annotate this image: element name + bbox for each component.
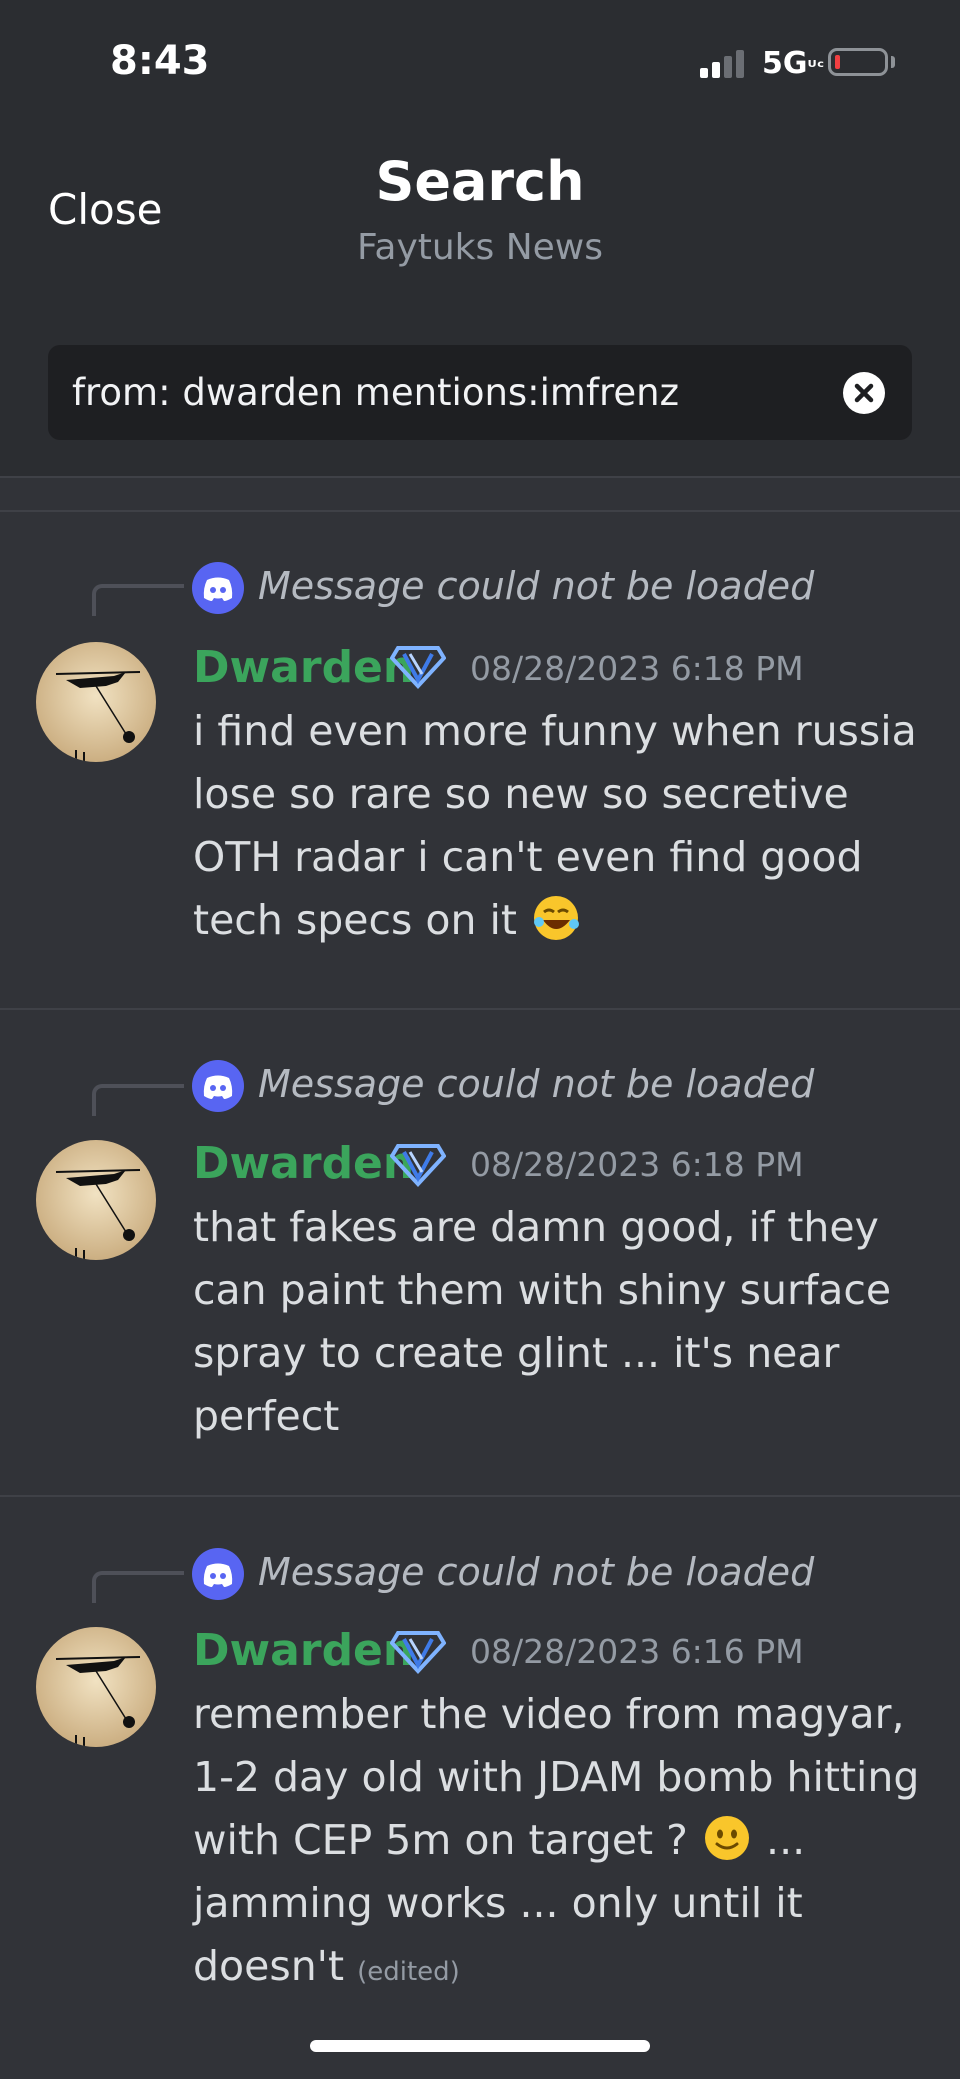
search-query[interactable]: from: dwarden mentions:imfrenz (72, 371, 679, 414)
search-input[interactable]: from: dwarden mentions:imfrenz (48, 345, 912, 440)
battery-tip (891, 56, 895, 68)
header-divider (0, 476, 960, 478)
nitro-badge-icon[interactable] (389, 640, 447, 690)
discord-icon (192, 1548, 244, 1600)
nitro-badge-icon[interactable] (389, 1138, 447, 1188)
battery-icon (828, 48, 888, 76)
search-result-message[interactable]: Message could not be loaded Dwarden 08/2… (0, 1497, 960, 2057)
network-type: 5Gᵁᶜ (762, 46, 825, 81)
avatar[interactable] (36, 642, 156, 762)
message-content[interactable]: remember the video from magyar, 1-2 day … (193, 1683, 933, 2004)
reply-connector (92, 1084, 184, 1116)
signal-strength-icon (700, 48, 752, 78)
avatar[interactable] (36, 1627, 156, 1747)
message-content[interactable]: that fakes are damn good, if they can pa… (193, 1196, 933, 1448)
author-name[interactable]: Dwarden (193, 1625, 414, 1676)
slightly-smiling-emoji-icon (701, 1812, 753, 1864)
author-name[interactable]: Dwarden (193, 642, 414, 693)
reply-connector (92, 1571, 184, 1603)
close-icon (854, 383, 874, 403)
home-indicator[interactable] (310, 2040, 650, 2052)
server-name: Faytuks News (356, 227, 604, 268)
reply-preview-text[interactable]: Message could not be loaded (258, 1550, 814, 1594)
message-content[interactable]: i find even more funny when russia lose … (193, 700, 933, 952)
discord-icon (192, 562, 244, 614)
reply-preview-text[interactable]: Message could not be loaded (258, 564, 814, 608)
nitro-badge-icon[interactable] (389, 1625, 447, 1675)
message-timestamp: 08/28/2023 6:18 PM (470, 649, 804, 688)
reply-preview-text[interactable]: Message could not be loaded (258, 1062, 814, 1106)
message-timestamp: 08/28/2023 6:18 PM (470, 1145, 804, 1184)
reply-connector (92, 584, 184, 616)
message-timestamp: 08/28/2023 6:16 PM (470, 1632, 804, 1671)
clear-search-button[interactable] (843, 372, 885, 414)
search-header: 8:43 5Gᵁᶜ Close Search Faytuks News from… (0, 0, 960, 476)
avatar[interactable] (36, 1140, 156, 1260)
search-result-message[interactable]: Message could not be loaded Dwarden 08/2… (0, 1010, 960, 1495)
edited-label: (edited) (357, 1957, 460, 1987)
status-time: 8:43 (110, 38, 210, 84)
rolling-laughing-emoji-icon (530, 892, 582, 944)
author-name[interactable]: Dwarden (193, 1138, 414, 1189)
discord-icon (192, 1060, 244, 1112)
page-title: Search (375, 150, 585, 213)
search-result-message[interactable]: Message could not be loaded Dwarden 08/2… (0, 512, 960, 1007)
